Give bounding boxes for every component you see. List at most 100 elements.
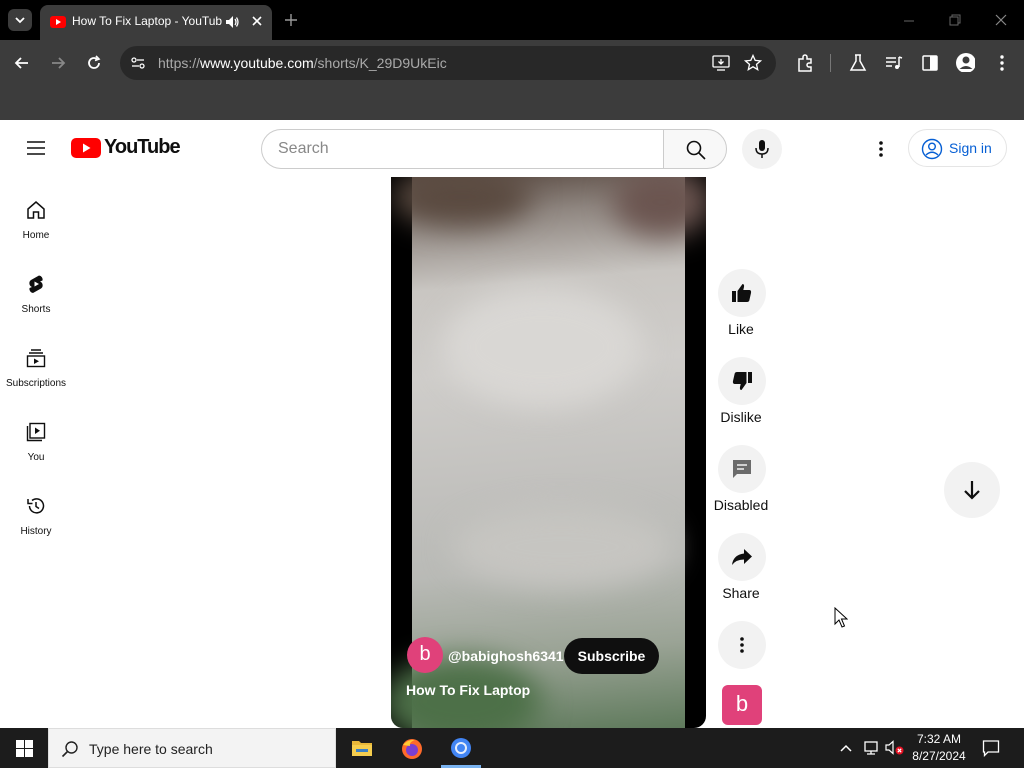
thumbs-down-icon — [732, 372, 752, 390]
restore-icon[interactable] — [948, 13, 962, 27]
sign-in-label: Sign in — [949, 140, 992, 156]
taskbar-chrome[interactable] — [437, 728, 485, 768]
more-options-button[interactable] — [718, 621, 766, 669]
channel-name[interactable]: @babighosh6341 — [448, 648, 564, 664]
file-explorer-icon — [352, 741, 372, 756]
next-video-button[interactable] — [944, 462, 1000, 518]
hamburger-menu-icon[interactable] — [26, 139, 46, 157]
browser-titlebar: How To Fix Laptop - YouTube — [0, 0, 1024, 40]
bookmark-bar — [0, 86, 1024, 120]
taskbar-search-box[interactable]: Type here to search — [48, 728, 336, 768]
dislike-label: Dislike — [720, 409, 762, 425]
account-circle-icon — [921, 138, 943, 160]
search-button[interactable] — [663, 129, 727, 169]
reload-icon[interactable] — [84, 53, 104, 73]
chevron-up-icon[interactable] — [839, 742, 853, 754]
forward-arrow-icon[interactable] — [48, 53, 68, 73]
media-controls-icon[interactable] — [884, 53, 904, 73]
install-app-icon[interactable] — [712, 55, 730, 71]
close-tab-icon[interactable] — [250, 14, 264, 28]
taskbar-file-explorer[interactable] — [338, 728, 386, 768]
like-label: Like — [728, 321, 754, 337]
youtube-logo-text: YouTube — [104, 136, 181, 158]
share-button[interactable] — [718, 533, 766, 581]
home-icon — [27, 201, 45, 219]
search-box[interactable] — [261, 129, 664, 169]
sidebar-item-home[interactable]: Home — [0, 186, 72, 256]
sidebar-item-history[interactable]: History — [0, 482, 72, 552]
sidebar-item-subscriptions[interactable]: Subscriptions — [0, 334, 72, 404]
address-bar[interactable]: https://www.youtube.com/shorts/K_29D9UkE… — [120, 46, 776, 80]
comments-button[interactable] — [718, 445, 766, 493]
clock-time: 7:32 AM — [916, 732, 962, 746]
sidebar-item-label: History — [20, 526, 52, 537]
voice-search-button[interactable] — [742, 129, 782, 169]
history-icon — [27, 498, 45, 514]
mouse-cursor-icon — [834, 607, 848, 628]
tab-title: How To Fix Laptop - YouTube — [72, 14, 222, 28]
sidebar-item-label: You — [27, 452, 45, 463]
like-button[interactable] — [718, 269, 766, 317]
browser-tab-active[interactable]: How To Fix Laptop - YouTube — [40, 5, 272, 40]
youtube-header: YouTube Sign in — [0, 120, 1024, 177]
back-arrow-icon[interactable] — [12, 53, 32, 73]
youtube-logo[interactable]: YouTube — [71, 136, 181, 161]
volume-muted-icon[interactable] — [885, 740, 905, 756]
settings-more-icon[interactable] — [871, 139, 891, 159]
shorts-video-player[interactable]: b @babighosh6341 Subscribe How To Fix La… — [391, 177, 706, 728]
browser-menu-icon[interactable] — [992, 53, 1012, 73]
share-label: Share — [722, 585, 760, 601]
dislike-button[interactable] — [718, 357, 766, 405]
video-title[interactable]: How To Fix Laptop — [406, 682, 530, 698]
search-input[interactable] — [278, 138, 648, 160]
new-tab-icon[interactable] — [284, 13, 298, 27]
tab-search-button[interactable] — [8, 9, 32, 31]
sidebar-item-label: Subscriptions — [5, 378, 67, 389]
taskbar-search-placeholder: Type here to search — [89, 741, 213, 757]
firefox-icon — [402, 739, 422, 759]
toolbar-divider — [830, 54, 831, 72]
clock-date: 8/27/2024 — [912, 749, 966, 763]
shorts-icon — [29, 275, 43, 293]
bookmark-star-icon[interactable] — [744, 54, 762, 72]
windows-taskbar: Type here to search 7:32 AM 8/27/2024 — [0, 728, 1024, 768]
minimize-icon[interactable] — [902, 14, 916, 28]
thumbs-up-icon — [732, 284, 752, 302]
search-icon — [686, 140, 706, 160]
arrow-down-icon — [964, 481, 980, 500]
comment-icon — [733, 460, 751, 478]
channel-thumbnail-avatar[interactable]: b — [722, 685, 762, 725]
speaker-icon[interactable] — [225, 15, 239, 29]
network-icon[interactable] — [862, 740, 880, 756]
more-vertical-icon — [740, 637, 744, 653]
subscriptions-icon — [26, 349, 46, 368]
channel-avatar[interactable]: b — [407, 637, 443, 673]
extensions-icon[interactable] — [795, 53, 815, 73]
taskbar-clock[interactable]: 7:32 AM 8/27/2024 — [906, 731, 972, 765]
sidebar-item-you[interactable]: You — [0, 408, 72, 478]
sidebar-item-shorts[interactable]: Shorts — [0, 260, 72, 330]
profile-icon[interactable] — [955, 52, 975, 72]
side-panel-icon[interactable] — [920, 53, 940, 73]
sign-in-button[interactable]: Sign in — [908, 129, 1007, 167]
sidebar-item-label: Home — [22, 230, 50, 241]
site-settings-icon[interactable] — [130, 55, 146, 71]
chrome-icon — [451, 738, 471, 758]
you-icon — [26, 422, 46, 442]
close-window-icon[interactable] — [994, 13, 1008, 27]
subscribe-button[interactable]: Subscribe — [564, 638, 659, 674]
notifications-icon[interactable] — [982, 739, 1000, 757]
comments-label: Disabled — [713, 497, 769, 513]
youtube-favicon-icon — [50, 16, 66, 28]
youtube-logo-icon — [71, 138, 101, 158]
share-arrow-icon — [732, 549, 752, 565]
url-text[interactable]: https://www.youtube.com/shorts/K_29D9UkE… — [158, 55, 447, 71]
sidebar-item-label: Shorts — [21, 304, 51, 315]
microphone-icon — [755, 140, 769, 158]
labs-flask-icon[interactable] — [848, 53, 868, 73]
browser-toolbar: https://www.youtube.com/shorts/K_29D9UkE… — [0, 40, 1024, 86]
windows-logo-icon — [16, 740, 33, 757]
start-button[interactable] — [0, 728, 48, 768]
search-icon — [61, 741, 78, 758]
taskbar-firefox[interactable] — [388, 728, 436, 768]
